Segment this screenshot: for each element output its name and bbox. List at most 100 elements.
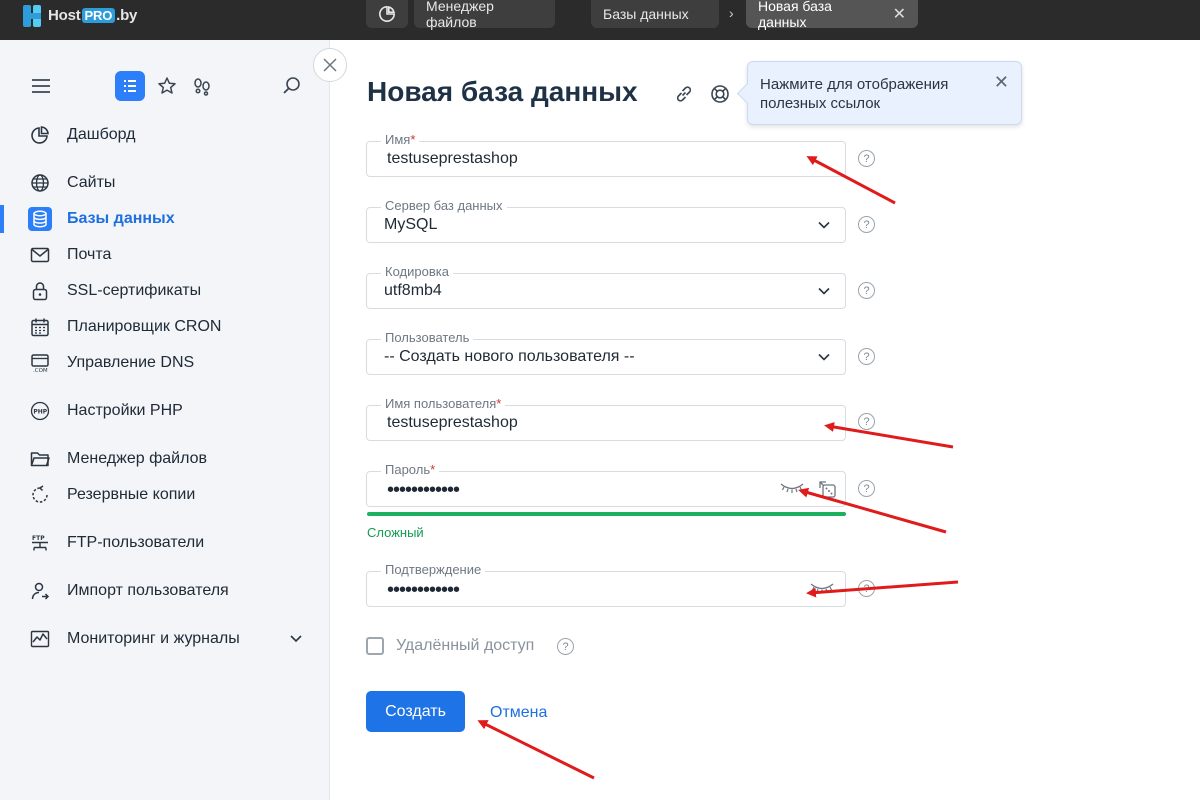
username-field[interactable]: Имя пользователя* testuseprestashop [366,397,846,441]
help-icon[interactable]: ? [858,348,875,365]
menu-toggle-button[interactable] [26,71,56,101]
sidebar-item-dashboard[interactable]: Дашборд [0,120,329,150]
php-icon: PHP [30,401,50,421]
sidebar-item-label: Планировщик CRON [67,318,222,335]
help-icon[interactable]: ? [858,150,875,167]
breadcrumb-databases[interactable]: Базы данных [591,0,719,28]
page-title: Новая база данных [367,76,638,107]
field-label: Кодировка [381,265,453,279]
help-icon[interactable]: ? [858,413,875,430]
sidebar-close-button[interactable] [313,48,347,82]
db-name-field[interactable]: Имя* testuseprestashop [366,133,846,177]
field-label: Имя пользователя* [381,397,506,411]
sidebar-item-cron[interactable]: Планировщик CRON [0,312,329,342]
sidebar-item-label: Резервные копии [67,486,196,503]
cancel-link[interactable]: Отмена [490,704,547,722]
sidebar-item-label: Сайты [67,174,116,191]
hamburger-icon [32,79,50,93]
link-icon[interactable] [673,83,695,105]
list-icon [124,80,136,92]
password-field[interactable]: Пароль* •••••••••••• [366,463,846,507]
calendar-icon [30,317,50,337]
search-icon [283,77,300,94]
sidebar-item-user-import[interactable]: Импорт пользователя [0,576,329,606]
sidebar-item-ftp[interactable]: FTP FTP-пользователи [0,528,329,558]
useful-links-tooltip[interactable]: Нажмите для отображения полезных ссылок … [747,61,1022,125]
monitoring-icon [30,629,50,649]
close-icon[interactable]: ✕ [994,72,1009,93]
db-server-value: MySQL [384,216,438,233]
encoding-select[interactable]: Кодировка utf8mb4 [366,265,846,309]
field-label: Подтверждение [381,563,486,577]
svg-text:.COM: .COM [33,368,48,373]
sidebar-item-label: FTP-пользователи [67,534,205,551]
close-tab-icon[interactable]: ✕ [893,4,906,24]
breadcrumb-separator-icon: › [729,5,734,21]
help-icon[interactable]: ? [557,638,574,655]
eye-closed-icon[interactable] [810,581,834,600]
help-icon[interactable]: ? [858,580,875,597]
generate-password-icon[interactable] [817,479,837,504]
dashboard-shortcut-button[interactable] [366,0,408,28]
user-import-icon [30,581,50,601]
globe-icon [30,173,50,193]
dashboard-icon [30,125,50,145]
list-view-button[interactable] [115,71,145,101]
eye-closed-icon[interactable] [780,481,804,500]
sidebar-item-label: Мониторинг и журналы [67,630,240,647]
password-confirm-field[interactable]: Подтверждение •••••••••••• [366,563,846,607]
help-lifebuoy-icon[interactable] [709,83,731,105]
password-strength-label: Сложный [367,525,424,540]
username-value: testuseprestashop [387,414,518,431]
sidebar-item-sites[interactable]: Сайты [0,168,329,198]
sidebar-item-monitoring[interactable]: Мониторинг и журналы [0,624,329,654]
field-label: Пользователь [381,331,474,345]
lock-icon [30,281,50,301]
ftp-icon: FTP [30,533,50,553]
sidebar-item-databases[interactable]: Базы данных [0,204,329,234]
sidebar-item-label: Почта [67,246,112,263]
field-label: Сервер баз данных [381,199,507,213]
password-strength-bar [367,512,846,516]
steps-button[interactable] [187,71,217,101]
encoding-value: utf8mb4 [384,282,442,299]
sidebar-item-label: Базы данных [67,210,175,227]
sidebar-item-mail[interactable]: Почта [0,240,329,270]
help-icon[interactable]: ? [858,282,875,299]
mail-icon [30,245,50,265]
chevron-down-icon [817,218,831,237]
sidebar-item-file-manager[interactable]: Менеджер файлов [0,444,329,474]
db-server-select[interactable]: Сервер баз данных MySQL [366,199,846,243]
chevron-down-icon [817,284,831,303]
logo[interactable]: Host PRO .by [22,2,137,28]
sidebar-toolbar [28,71,308,103]
sidebar-item-ssl[interactable]: SSL-сертификаты [0,276,329,306]
svg-text:PHP: PHP [33,408,47,415]
annotation-arrow [477,720,595,780]
footprints-icon [194,78,210,96]
remote-access-checkbox[interactable] [366,637,384,655]
db-user-select[interactable]: Пользователь -- Создать нового пользоват… [366,331,846,375]
favorites-button[interactable] [152,71,182,101]
remote-access-label: Удалённый доступ [396,637,535,654]
sidebar-item-label: Управление DNS [67,354,195,371]
help-icon[interactable]: ? [858,480,875,497]
logo-mark-icon [22,3,46,27]
sidebar-item-label: Настройки PHP [67,402,183,419]
sidebar-item-label: Менеджер файлов [67,450,207,467]
star-icon [158,77,176,94]
breadcrumb-new-database[interactable]: Новая база данных ✕ [746,0,918,30]
sidebar-item-backups[interactable]: Резервные копии [0,480,329,510]
sidebar-item-php[interactable]: PHP Настройки PHP [0,396,329,426]
help-icon[interactable]: ? [858,216,875,233]
logo-text: Host PRO .by [48,6,138,24]
create-button[interactable]: Создать [366,691,465,732]
field-label: Имя* [381,133,420,147]
sidebar-item-dns[interactable]: .COM Управление DNS [0,348,329,378]
chevron-down-icon [817,350,831,369]
folder-icon [30,449,50,469]
top-bar: Host PRO .by Менеджер файлов Базы данных ›… [0,0,1200,40]
breadcrumb-file-manager[interactable]: Менеджер файлов [414,0,555,30]
chevron-down-icon[interactable] [288,630,304,651]
search-button[interactable] [277,71,307,101]
